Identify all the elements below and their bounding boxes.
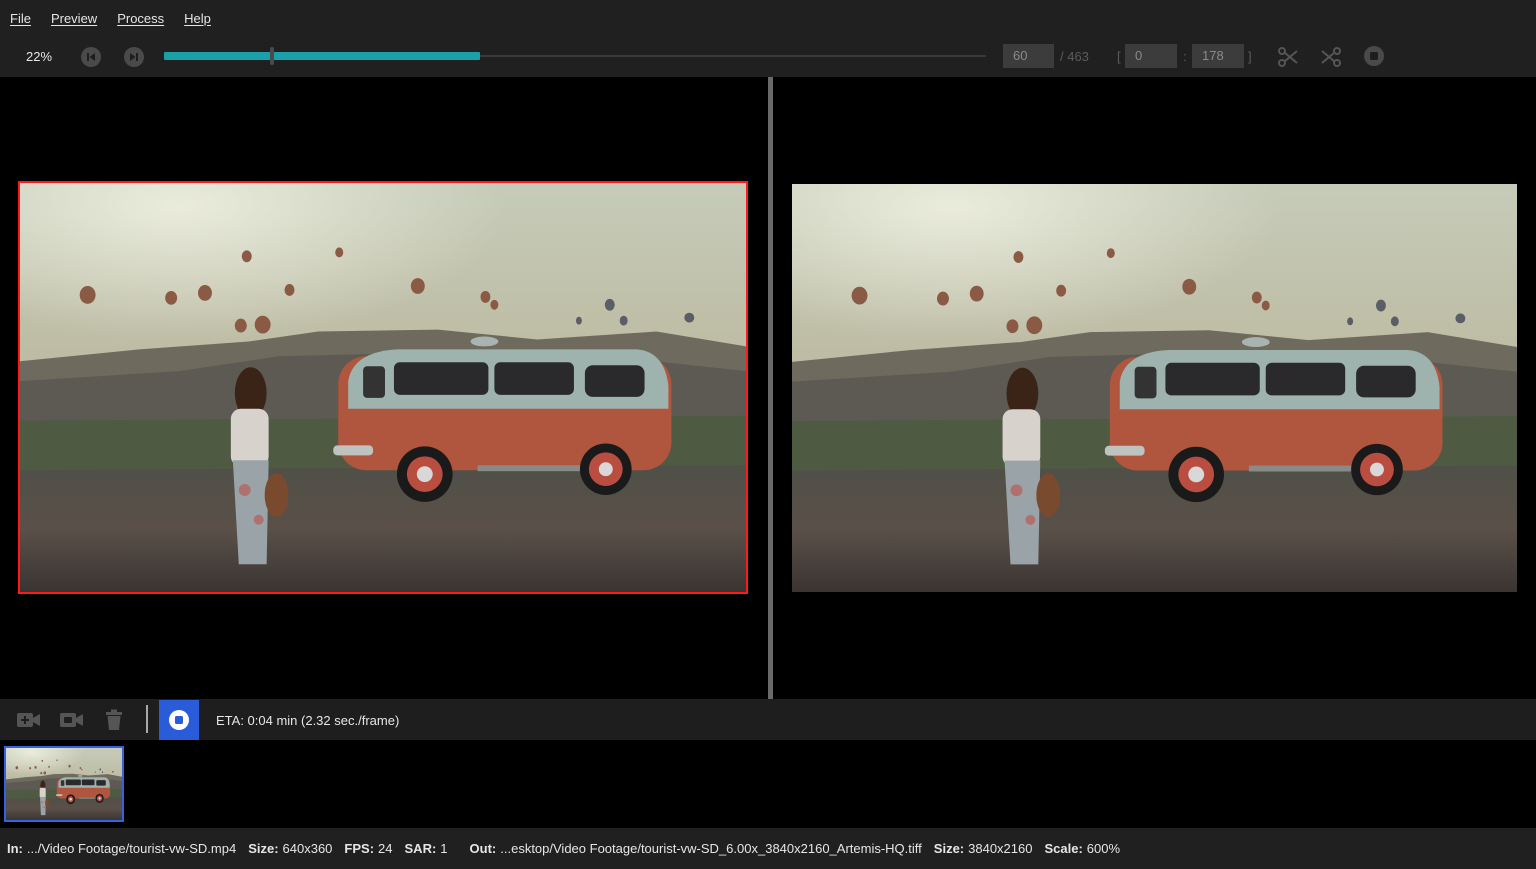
clip-thumbnail[interactable] [4,746,124,822]
range-start-field[interactable]: 0 [1125,44,1177,68]
output-path: ...esktop/Video Footage/tourist-vw-SD_6.… [500,841,922,856]
split-scissors-icon[interactable] [1319,45,1343,69]
output-label: Out: [469,841,497,856]
scissors-icon[interactable] [1276,45,1300,69]
menu-preview[interactable]: Preview [51,11,97,26]
menu-process[interactable]: Process [117,11,164,26]
output-preview[interactable] [792,184,1517,592]
current-frame-field[interactable]: 60 [1003,44,1054,68]
timeline-handle[interactable] [270,47,274,65]
control-bar: ETA: 0:04 min (2.32 sec./frame) [0,699,1536,740]
output-size: 3840x2160 [968,841,1033,856]
menu-help[interactable]: Help [184,11,211,26]
eta-text: ETA: 0:04 min (2.32 sec./frame) [216,713,400,728]
timeline-progress [164,52,480,60]
input-preview[interactable] [18,181,748,594]
input-path: .../Video Footage/tourist-vw-SD.mp4 [26,841,237,856]
input-size: 640x360 [282,841,333,856]
video-icon[interactable] [59,708,85,732]
total-frames: / 463 [1060,49,1089,64]
input-size-label: Size: [248,841,279,856]
input-frame-image [20,183,746,592]
menu-file[interactable]: File [10,11,31,26]
fps-value: 24 [378,841,393,856]
skip-back-icon[interactable] [81,47,101,67]
split-divider[interactable] [768,77,773,699]
stop-icon[interactable] [1364,46,1384,66]
range-bracket-open: [ [1117,49,1121,64]
menu-bar: File Preview Process Help [0,0,1536,36]
add-video-icon[interactable] [16,708,42,732]
stop-icon [169,710,189,730]
input-label: In: [7,841,23,856]
toolbar: 22% 60 / 463 [ 0 : 178 ] [0,36,1536,77]
sar-label: SAR: [404,841,437,856]
range-separator: : [1183,49,1187,64]
range-end-field[interactable]: 178 [1192,44,1244,68]
status-bar: In: .../Video Footage/tourist-vw-SD.mp4 … [0,828,1536,869]
trash-icon[interactable] [103,708,129,732]
fps-label: FPS: [344,841,375,856]
sar-value: 1 [440,841,448,856]
output-size-label: Size: [933,841,965,856]
range-bracket-close: ] [1248,49,1252,64]
output-frame-image [792,184,1517,592]
scale-value: 600% [1086,841,1121,856]
thumbnail-strip [0,740,1536,828]
preview-area [0,77,1536,699]
toolbar-separator [146,705,148,733]
skip-forward-icon[interactable] [124,47,144,67]
zoom-level[interactable]: 22% [26,49,52,64]
stop-processing-button[interactable] [159,700,199,740]
scale-label: Scale: [1044,841,1083,856]
